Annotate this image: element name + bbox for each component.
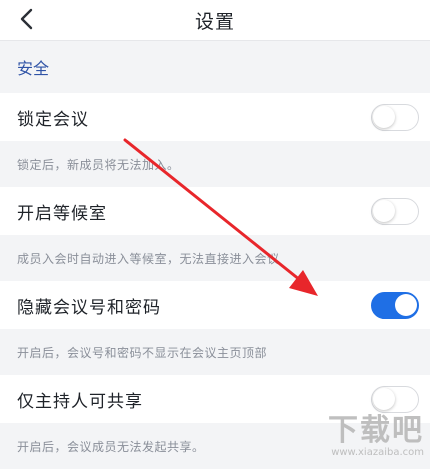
lock-meeting-toggle[interactable]	[371, 104, 419, 131]
toggle-knob	[373, 106, 395, 128]
hide-meeting-id-toggle[interactable]	[371, 292, 419, 319]
app-header: 设置	[0, 0, 430, 41]
toggle-knob	[395, 294, 417, 316]
setting-row-waiting-room: 开启等候室	[0, 187, 430, 235]
setting-label: 锁定会议	[17, 109, 89, 130]
setting-label: 开启等候室	[17, 203, 107, 224]
setting-description: 锁定后，新成员将无法加入。	[17, 157, 180, 172]
section-title-security: 安全	[17, 59, 50, 78]
toggle-knob	[373, 200, 395, 222]
waiting-room-toggle[interactable]	[371, 198, 419, 225]
setting-description: 开启后，会议成员无法发起共享。	[17, 439, 205, 454]
setting-label: 仅主持人可共享	[17, 391, 143, 412]
setting-description: 开启后，会议号和密码不显示在会议主页顶部	[17, 345, 268, 360]
toggle-knob	[373, 388, 395, 410]
host-only-share-toggle[interactable]	[371, 386, 419, 413]
setting-row-lock-meeting: 锁定会议	[0, 93, 430, 141]
page-title: 设置	[194, 10, 235, 33]
setting-row-hide-meeting-id: 隐藏会议号和密码	[0, 281, 430, 329]
setting-label: 隐藏会议号和密码	[17, 297, 161, 318]
back-button[interactable]	[10, 2, 44, 36]
setting-description: 成员入会时自动进入等候室，无法直接进入会议	[17, 251, 280, 266]
setting-row-host-only-share: 仅主持人可共享	[0, 375, 430, 423]
chevron-left-icon	[20, 8, 33, 30]
